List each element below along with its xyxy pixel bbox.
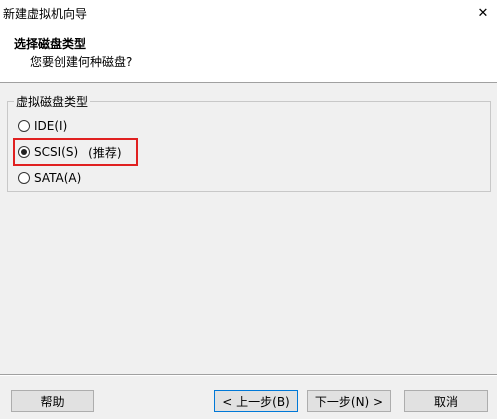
window-title: 新建虚拟机向导 — [3, 7, 88, 21]
radio-sata[interactable]: SATA(A) — [18, 169, 81, 187]
disk-type-group: 虚拟磁盘类型 IDE(I) SCSI(S) (推荐) SATA(A) — [7, 93, 491, 192]
back-button[interactable]: < 上一步(B) — [214, 390, 298, 412]
wizard-header: 选择磁盘类型 您要创建何种磁盘? — [0, 26, 497, 83]
highlight-box — [13, 138, 138, 166]
page-subtitle: 您要创建何种磁盘? — [30, 55, 133, 69]
radio-sata-label: SATA(A) — [34, 171, 82, 185]
close-button[interactable]: ✕ — [469, 0, 497, 26]
help-button[interactable]: 帮助 — [11, 390, 94, 412]
radio-ide-indicator[interactable] — [18, 120, 30, 132]
radio-ide[interactable]: IDE(I) — [18, 117, 67, 135]
group-label: 虚拟磁盘类型 — [14, 93, 91, 110]
radio-sata-indicator[interactable] — [18, 172, 30, 184]
footer-divider — [0, 374, 497, 376]
cancel-button[interactable]: 取消 — [404, 390, 488, 412]
page-title: 选择磁盘类型 — [14, 37, 87, 51]
title-bar: 新建虚拟机向导 ✕ — [0, 0, 497, 26]
next-button[interactable]: 下一步(N) > — [307, 390, 391, 412]
radio-ide-label: IDE(I) — [34, 119, 68, 133]
close-icon: ✕ — [477, 5, 489, 21]
